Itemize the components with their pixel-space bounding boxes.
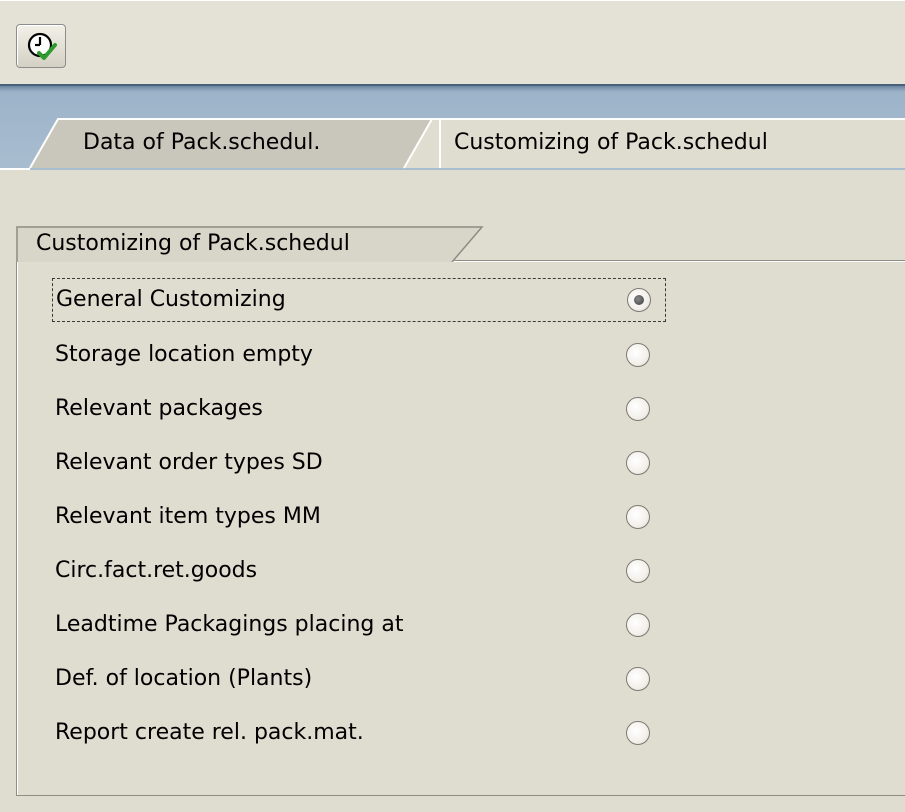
radio-label: Relevant packages <box>55 396 263 421</box>
radio-label: Relevant order types SD <box>55 450 323 475</box>
radio-relevant-packages[interactable]: Relevant packages <box>52 388 666 432</box>
group-title: Customizing of Pack.schedul <box>16 226 476 260</box>
tab-borders <box>0 118 905 170</box>
radio-label: Def. of location (Plants) <box>55 666 313 691</box>
radio-button[interactable] <box>626 505 650 529</box>
radio-button[interactable] <box>626 613 650 637</box>
radio-circ-fact-ret-goods[interactable]: Circ.fact.ret.goods <box>52 550 666 594</box>
radio-button[interactable] <box>627 288 651 312</box>
radio-label: Relevant item types MM <box>55 504 321 529</box>
radio-leadtime-packagings[interactable]: Leadtime Packagings placing at <box>52 604 666 648</box>
radio-relevant-item-types-mm[interactable]: Relevant item types MM <box>52 496 666 540</box>
radio-button[interactable] <box>626 559 650 583</box>
group-title-text: Customizing of Pack.schedul <box>36 231 350 256</box>
radio-button[interactable] <box>626 721 650 745</box>
sap-screen: Data of Pack.schedul. Customizing of Pac… <box>0 0 905 812</box>
radio-button[interactable] <box>626 451 650 475</box>
clock-checkmark-icon <box>27 32 57 60</box>
radio-general-customizing[interactable]: General Customizing <box>52 278 666 322</box>
radio-label: Circ.fact.ret.goods <box>55 558 258 583</box>
radio-relevant-order-types-sd[interactable]: Relevant order types SD <box>52 442 666 486</box>
radio-button[interactable] <box>626 667 650 691</box>
radio-label: Leadtime Packagings placing at <box>55 612 404 637</box>
radio-label: Storage location empty <box>55 342 313 367</box>
radio-button[interactable] <box>626 397 650 421</box>
radio-storage-location-empty[interactable]: Storage location empty <box>52 334 666 378</box>
application-toolbar <box>0 0 905 85</box>
radio-label: Report create rel. pack.mat. <box>55 720 364 745</box>
radio-button[interactable] <box>626 343 650 367</box>
radio-def-of-location-plants[interactable]: Def. of location (Plants) <box>52 658 666 702</box>
execute-button[interactable] <box>16 24 66 68</box>
radio-report-create-rel-pack-mat[interactable]: Report create rel. pack.mat. <box>52 712 666 756</box>
radio-label: General Customizing <box>56 287 286 312</box>
